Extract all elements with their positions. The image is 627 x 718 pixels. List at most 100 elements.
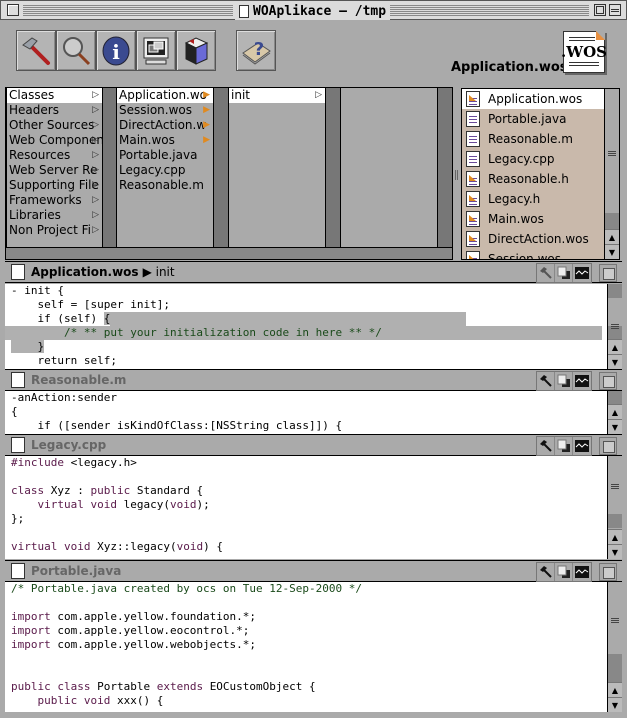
find-button[interactable]: [56, 30, 96, 71]
scroll-thumb[interactable]: [608, 654, 622, 682]
file-list-item[interactable]: Legacy.cpp: [462, 149, 619, 169]
browser-item[interactable]: Reasonable.m: [117, 178, 213, 193]
split-view-handle[interactable]: [455, 170, 458, 180]
browser-item[interactable]: Portable.java: [117, 148, 213, 163]
browser-item[interactable]: Non Project Fi ▷: [7, 223, 102, 238]
close-box-button[interactable]: [7, 4, 19, 16]
browser-item[interactable]: Supporting File ▷: [7, 178, 102, 193]
browser-item[interactable]: Web Server Re ▷: [7, 163, 102, 178]
window-title-bar[interactable]: WOAplikace — /tmp: [0, 0, 627, 20]
code-text[interactable]: - init { self = [super init]; if (self) …: [5, 284, 622, 368]
collapse-box-button[interactable]: [609, 4, 621, 16]
scroll-down-button[interactable]: ▼: [608, 354, 622, 369]
editor-vertical-scrollbar[interactable]: ▲ ▼: [607, 284, 622, 369]
code-line: - init {: [11, 284, 622, 298]
browser-item[interactable]: Frameworks ▷: [7, 193, 102, 208]
browser-item[interactable]: Application.wo ▶: [117, 88, 213, 103]
build-button[interactable]: [16, 30, 56, 71]
maximize-pane-button[interactable]: [599, 372, 617, 390]
editor-pane-header[interactable]: Portable.java: [5, 560, 622, 582]
scroll-down-button[interactable]: ▼: [608, 544, 622, 559]
editor-pane-header[interactable]: Reasonable.m: [5, 369, 622, 391]
browser-item[interactable]: Headers ▷: [7, 103, 102, 118]
browser-column-files[interactable]: Application.wo ▶ Session.wos ▶ DirectAction.…: [116, 88, 214, 247]
scroll-down-button[interactable]: ▼: [608, 419, 622, 434]
file-list-item[interactable]: Application.wos: [462, 89, 619, 109]
scroll-up-button[interactable]: ▲: [605, 229, 619, 244]
maximize-pane-button[interactable]: [599, 563, 617, 581]
browser-column-methods[interactable]: init ▷: [228, 88, 326, 247]
browser-item[interactable]: Resources ▷: [7, 148, 102, 163]
editor-pane-header[interactable]: Legacy.cpp: [5, 434, 622, 456]
browser-horizontal-scrollbar[interactable]: [6, 247, 452, 259]
maximize-pane-button[interactable]: [599, 437, 617, 455]
file-list-item[interactable]: Reasonable.m: [462, 129, 619, 149]
code-editor[interactable]: - init { self = [super init]; if (self) …: [5, 284, 622, 369]
editor-vertical-scrollbar[interactable]: ▲ ▼: [607, 582, 622, 712]
browser-item[interactable]: DirectAction.w ▶: [117, 118, 213, 133]
code-token: <legacy.h>: [70, 456, 137, 469]
browser-item[interactable]: Main.wos ▶: [117, 133, 213, 148]
pane-tool-group: [536, 263, 592, 283]
scroll-thumb[interactable]: [608, 391, 622, 405]
file-list-item[interactable]: Main.wos: [462, 209, 619, 229]
browser-item[interactable]: Other Sources ▷: [7, 118, 102, 133]
scroll-down-button[interactable]: ▼: [608, 697, 622, 712]
inspector-button[interactable]: i: [96, 30, 136, 71]
build-hammer-button[interactable]: [537, 437, 555, 455]
code-editor[interactable]: /* Portable.java created by ocs on Tue 1…: [5, 582, 622, 712]
editor-vertical-scrollbar[interactable]: ▲ ▼: [607, 391, 622, 434]
file-list-item[interactable]: Session.wos: [462, 249, 619, 259]
scroll-up-button[interactable]: ▲: [608, 682, 622, 697]
browser-item[interactable]: init ▷: [229, 88, 325, 103]
browser-item[interactable]: Session.wos ▶: [117, 103, 213, 118]
code-editor[interactable]: #include <legacy.h> class Xyz : public St…: [5, 456, 622, 559]
copy-button[interactable]: [555, 563, 573, 581]
browser-item[interactable]: Legacy.cpp: [117, 163, 213, 178]
file-list-item[interactable]: DirectAction.wos: [462, 229, 619, 249]
browser-column-empty[interactable]: [340, 88, 438, 247]
wos-file-icon: [466, 171, 480, 187]
copy-button[interactable]: [555, 372, 573, 390]
scroll-down-button[interactable]: ▼: [605, 244, 619, 259]
zoom-box-button[interactable]: [594, 4, 606, 16]
wos-file-icon[interactable]: .WOS: [561, 31, 607, 73]
code-text[interactable]: #include <legacy.h> class Xyz : public St…: [5, 456, 622, 554]
file-list-item[interactable]: Legacy.h: [462, 189, 619, 209]
browser-item[interactable]: Classes ▷: [7, 88, 102, 103]
build-hammer-button[interactable]: [537, 264, 555, 282]
graph-button[interactable]: [573, 264, 591, 282]
scroll-thumb[interactable]: [608, 284, 622, 298]
copy-button[interactable]: [555, 264, 573, 282]
code-editor[interactable]: -anAction:sender{ if ([sender isKindOfCl…: [5, 391, 622, 434]
browser-column-categories[interactable]: Classes ▷ Headers ▷ Other Sources ▷ Web Compon…: [6, 88, 103, 247]
code-comment: /* Portable.java created by ocs on Tue 1…: [11, 582, 362, 595]
build-hammer-button[interactable]: [537, 372, 555, 390]
scroll-up-button[interactable]: ▲: [608, 529, 622, 544]
webobjects-builder-button[interactable]: [176, 30, 216, 71]
editor-pane-header[interactable]: Application.wos ▶ init: [5, 261, 622, 283]
file-list-scrollbar[interactable]: ▲ ▼: [604, 89, 619, 259]
scroll-thumb[interactable]: [608, 514, 622, 528]
browser-item-label: Resources: [9, 148, 71, 162]
code-text[interactable]: /* Portable.java created by ocs on Tue 1…: [5, 582, 622, 708]
launch-button[interactable]: [136, 30, 176, 71]
scroll-thumb[interactable]: [605, 213, 619, 229]
graph-button[interactable]: [573, 372, 591, 390]
editor-vertical-scrollbar[interactable]: ▲ ▼: [607, 456, 622, 559]
file-list-item[interactable]: Reasonable.h: [462, 169, 619, 189]
code-line: return self;: [11, 354, 622, 368]
maximize-pane-button[interactable]: [599, 264, 617, 282]
graph-button[interactable]: [573, 437, 591, 455]
browser-item[interactable]: Web Componen ▷: [7, 133, 102, 148]
browser-item[interactable]: Libraries ▷: [7, 208, 102, 223]
code-line: class Xyz : public Standard {: [11, 484, 622, 498]
graph-button[interactable]: [573, 563, 591, 581]
file-list-item[interactable]: Portable.java: [462, 109, 619, 129]
scroll-up-button[interactable]: ▲: [608, 339, 622, 354]
copy-button[interactable]: [555, 437, 573, 455]
help-button[interactable]: ?: [236, 30, 276, 71]
scroll-up-button[interactable]: ▲: [608, 404, 622, 419]
code-text[interactable]: -anAction:sender{ if ([sender isKindOfCl…: [5, 391, 622, 433]
build-hammer-button[interactable]: [537, 563, 555, 581]
